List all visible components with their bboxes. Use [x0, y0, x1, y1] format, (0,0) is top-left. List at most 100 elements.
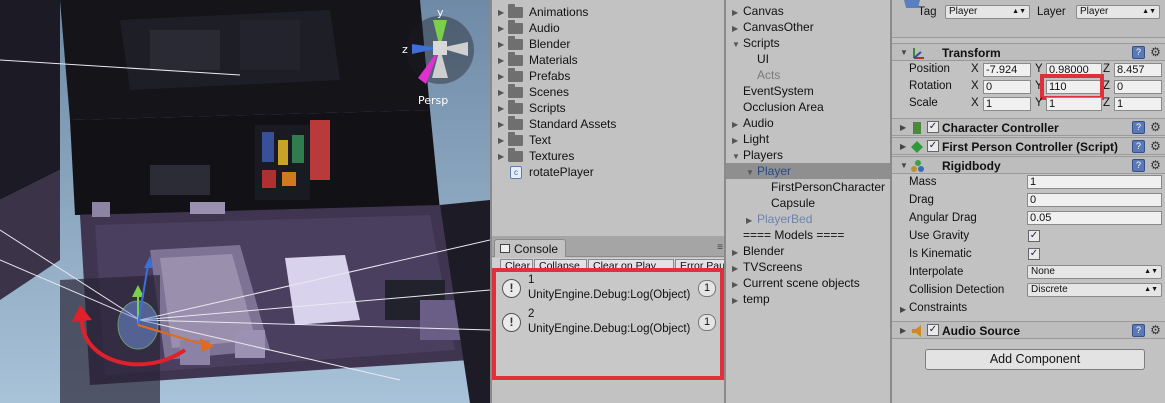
hierarchy-item[interactable]: ▶ Light	[732, 131, 769, 147]
folder-icon	[508, 19, 523, 34]
perspective-label[interactable]: Persp	[418, 94, 448, 107]
project-folder[interactable]: ▶ Text	[498, 131, 551, 148]
folder-icon	[508, 83, 523, 98]
enabled-checkbox[interactable]: ✓	[927, 121, 939, 133]
project-folder[interactable]: ▶ Prefabs	[498, 67, 570, 84]
hierarchy-item[interactable]: ==== Models ====	[743, 227, 844, 243]
project-script-file[interactable]: c rotatePlayer	[498, 164, 594, 180]
hierarchy-item[interactable]: Capsule	[771, 195, 815, 211]
fps-controller-header[interactable]: ▶ ✓ First Person Controller (Script) ? ⚙	[892, 137, 1165, 155]
scene-view[interactable]: y z Persp	[0, 0, 490, 403]
help-book-icon[interactable]: ?	[1132, 159, 1145, 172]
project-folder[interactable]: ▶ Scripts	[498, 99, 566, 116]
position-x-field[interactable]: -7.924	[983, 63, 1031, 77]
project-folder[interactable]: ▶ Standard Assets	[498, 115, 616, 132]
constraints-foldout[interactable]: Constraints	[909, 302, 967, 314]
drag-field[interactable]: 0	[1027, 193, 1162, 207]
expand-arrow-icon[interactable]: ▶	[498, 56, 508, 65]
expand-arrow-icon[interactable]: ▶	[732, 293, 743, 309]
expand-arrow-icon[interactable]: ▶	[498, 72, 508, 81]
project-folder[interactable]: ▶ Scenes	[498, 83, 569, 100]
expand-arrow-icon[interactable]: ▶	[498, 152, 508, 161]
collapse-arrow-icon[interactable]: ▼	[732, 149, 743, 165]
gear-icon[interactable]: ⚙	[1149, 121, 1162, 134]
scale-x-field[interactable]: 1	[983, 97, 1031, 111]
audio-source-header[interactable]: ▶ ✓ Audio Source ? ⚙	[892, 321, 1165, 339]
help-book-icon[interactable]: ?	[1132, 140, 1145, 153]
expand-arrow-icon[interactable]: ▶	[498, 136, 508, 145]
position-z-field[interactable]: 8.457	[1114, 63, 1162, 77]
hierarchy-item[interactable]: ▶ temp	[732, 291, 770, 307]
collapse-arrow-icon[interactable]: ▼	[732, 37, 743, 53]
project-folder[interactable]: ▶ Materials	[498, 51, 578, 68]
expand-arrow-icon[interactable]: ▶	[498, 24, 508, 33]
project-folder[interactable]: ▶ Textures	[498, 147, 574, 164]
hierarchy-item[interactable]: ▶ CanvasOther	[732, 19, 814, 35]
hierarchy-item-player[interactable]: ▼ Player	[746, 163, 791, 179]
character-controller-header[interactable]: ▶ ✓ Character Controller ? ⚙	[892, 118, 1165, 136]
hierarchy-item[interactable]: ▼ Scripts	[732, 35, 780, 51]
scale-y-field[interactable]: 1	[1046, 97, 1102, 111]
expand-arrow-icon[interactable]: ▶	[498, 88, 508, 97]
hierarchy-item[interactable]: ▶ PlayerBed	[746, 211, 812, 227]
scale-z-field[interactable]: 1	[1114, 97, 1162, 111]
mass-field[interactable]: 1	[1027, 175, 1162, 189]
tab-console[interactable]: Console	[494, 239, 566, 257]
help-book-icon[interactable]: ?	[1132, 324, 1145, 337]
expand-arrow-icon[interactable]: ▶	[900, 142, 906, 151]
gear-icon[interactable]: ⚙	[1149, 159, 1162, 172]
dropdown-caret-icon: ▲▼	[1142, 8, 1156, 15]
rotation-x-field[interactable]: 0	[983, 80, 1031, 94]
expand-arrow-icon[interactable]: ▶	[498, 120, 508, 129]
gear-icon[interactable]: ⚙	[1149, 140, 1162, 153]
collapse-arrow-icon[interactable]: ▼	[746, 165, 757, 181]
console-log-entry[interactable]: ! 2 UnityEngine.Debug:Log(Object) 1	[500, 306, 720, 342]
rotation-label: Rotation	[909, 80, 952, 92]
tag-dropdown[interactable]: Player ▲▼	[945, 5, 1030, 19]
hierarchy-item[interactable]: ▶ Current scene objects	[732, 275, 860, 291]
hierarchy-item[interactable]: FirstPersonCharacter	[771, 179, 885, 195]
gear-icon[interactable]: ⚙	[1149, 324, 1162, 337]
expand-arrow-icon[interactable]: ▶	[498, 104, 508, 113]
is-kinematic-checkbox[interactable]: ✓	[1028, 248, 1040, 260]
hierarchy-item[interactable]: Occlusion Area	[743, 99, 824, 115]
project-folder[interactable]: ▶ Audio	[498, 19, 560, 36]
help-book-icon[interactable]: ?	[1132, 121, 1145, 134]
hierarchy-item[interactable]: ▶ Canvas	[732, 3, 784, 19]
collapse-arrow-icon[interactable]: ▼	[900, 161, 908, 170]
gear-icon[interactable]: ⚙	[1149, 46, 1162, 59]
rigidbody-header[interactable]: ▼ Rigidbody ? ⚙	[892, 156, 1165, 174]
hierarchy-item[interactable]: ▶ Audio	[732, 115, 774, 131]
project-folder[interactable]: ▶ Animations	[498, 3, 588, 20]
add-component-button[interactable]: Add Component	[925, 349, 1145, 370]
panel-menu-icon[interactable]: ≡	[717, 242, 723, 253]
hierarchy-item[interactable]: ▶ TVScreens	[732, 259, 802, 275]
hierarchy-item[interactable]: Acts	[757, 67, 780, 83]
hierarchy-item[interactable]: ▼ Players	[732, 147, 783, 163]
expand-arrow-icon[interactable]: ▶	[900, 326, 906, 335]
project-folder[interactable]: ▶ Blender	[498, 35, 570, 52]
use-gravity-checkbox[interactable]: ✓	[1028, 230, 1040, 242]
transform-header[interactable]: ▼ Transform ? ⚙	[892, 43, 1165, 61]
expand-arrow-icon[interactable]: ▶	[498, 8, 508, 17]
expand-arrow-icon[interactable]: ▶	[900, 123, 906, 132]
collapse-arrow-icon[interactable]: ▼	[900, 48, 908, 57]
transform-icon	[913, 48, 924, 59]
hierarchy-item[interactable]: EventSystem	[743, 83, 814, 99]
hierarchy-item[interactable]: UI	[757, 51, 769, 67]
expand-arrow-icon[interactable]: ▶	[900, 305, 906, 314]
enabled-checkbox[interactable]: ✓	[927, 140, 939, 152]
hierarchy-item[interactable]: ▶ Blender	[732, 243, 784, 259]
expand-arrow-icon[interactable]: ▶	[498, 40, 508, 49]
folder-icon	[508, 67, 523, 82]
enabled-checkbox[interactable]: ✓	[927, 324, 939, 336]
folder-icon	[508, 147, 523, 162]
scene-render[interactable]: y z	[0, 0, 490, 403]
angular-drag-field[interactable]: 0.05	[1027, 211, 1162, 225]
collision-detection-dropdown[interactable]: Discrete ▲▼	[1027, 283, 1162, 297]
console-log-entry[interactable]: ! 1 UnityEngine.Debug:Log(Object) 1	[500, 272, 720, 308]
layer-dropdown[interactable]: Player ▲▼	[1076, 5, 1160, 19]
interpolate-dropdown[interactable]: None ▲▼	[1027, 265, 1162, 279]
help-book-icon[interactable]: ?	[1132, 46, 1145, 59]
rotation-z-field[interactable]: 0	[1114, 80, 1162, 94]
